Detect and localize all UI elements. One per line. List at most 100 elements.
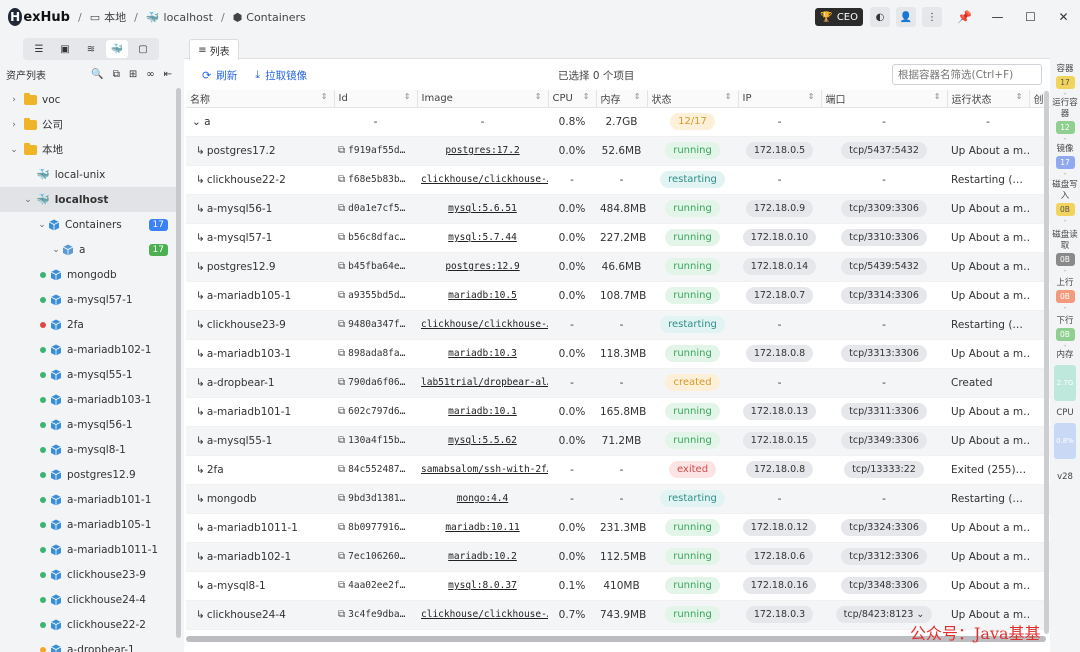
image-link[interactable]: mariadb:10.5: [448, 290, 517, 301]
copy-icon[interactable]: ⧉: [338, 174, 345, 185]
more-menu-button[interactable]: ⋮: [922, 7, 942, 27]
table-row[interactable]: ↳ mongodb ⧉ 9bd3d1381… mongo:4.4- - restarting…: [186, 484, 1050, 514]
tree-item[interactable]: ⌄ 本地: [0, 137, 178, 162]
copy-icon[interactable]: ⧉: [338, 435, 345, 446]
search-icon[interactable]: 🔍: [91, 69, 103, 80]
tree-item[interactable]: a-dropbear-1: [0, 637, 178, 652]
sidebar-scrollbar[interactable]: [176, 88, 181, 638]
copy-icon[interactable]: ⧉: [113, 69, 120, 80]
copy-icon[interactable]: ⧉: [338, 580, 345, 591]
image-link[interactable]: samabsalom/ssh-with-2f…: [421, 464, 548, 475]
user-menu-button[interactable]: 🏆 CEO: [815, 8, 863, 26]
copy-icon[interactable]: ⧉: [338, 551, 345, 562]
sort-icon[interactable]: ⇕: [725, 92, 732, 101]
remote-desktop-button[interactable]: ▢: [132, 40, 154, 58]
minimize-button[interactable]: —: [981, 0, 1014, 34]
image-link[interactable]: mysql:5.6.51: [448, 203, 517, 214]
column-header[interactable]: 端口 ⇕: [821, 90, 948, 108]
table-vertical-scrollbar[interactable]: [1044, 91, 1049, 634]
breadcrumb-item-containers[interactable]: ⬢ Containers: [233, 11, 306, 24]
tree-item[interactable]: postgres12.9: [0, 462, 178, 487]
tree-item[interactable]: a-mysql56-1: [0, 412, 178, 437]
column-header[interactable]: Image ⇕: [417, 90, 549, 108]
table-row[interactable]: ↳ a-mariadb103-1 ⧉ 898ada8fa… mariadb:10.3 0.…: [186, 339, 1050, 369]
sort-icon[interactable]: ⇕: [404, 92, 411, 101]
column-header[interactable]: 运行状态 ⇕: [947, 90, 1030, 108]
chevron-right-icon[interactable]: ›: [8, 120, 20, 130]
tree-item[interactable]: ⌄ Containers 17: [0, 212, 178, 237]
tree-item[interactable]: clickhouse23-9: [0, 562, 178, 587]
sort-icon[interactable]: ⇕: [583, 92, 590, 101]
image-link[interactable]: mongo:4.4: [457, 493, 508, 504]
sort-icon[interactable]: ⇕: [808, 92, 815, 101]
tree-item[interactable]: › voc: [0, 87, 178, 112]
chevron-down-icon[interactable]: ⌄: [913, 609, 924, 620]
image-link[interactable]: clickhouse/clickhouse-…: [421, 174, 548, 185]
sort-icon[interactable]: ⇕: [934, 92, 941, 101]
image-link[interactable]: clickhouse/clickhouse-…: [421, 609, 548, 620]
column-header[interactable]: CPU ⇕: [548, 90, 597, 108]
sort-icon[interactable]: ⇕: [535, 92, 542, 101]
breadcrumb-item-local[interactable]: ▭ 本地: [90, 9, 126, 25]
sort-icon[interactable]: ⇕: [634, 92, 641, 101]
tab-list[interactable]: ≡ 列表: [189, 39, 239, 60]
refresh-button[interactable]: ⟳ 刷新: [202, 68, 237, 83]
theme-toggle-button[interactable]: ◐: [870, 7, 890, 27]
sort-icon[interactable]: ⇕: [321, 92, 328, 101]
copy-icon[interactable]: ⧉: [338, 203, 345, 214]
chevron-down-icon[interactable]: ⌄: [22, 195, 34, 205]
table-row[interactable]: ↳ a-mysql56-1 ⧉ d0a1e7cf5… mysql:5.6.51 0.0% 4…: [186, 194, 1050, 224]
column-header[interactable]: IP ⇕: [738, 90, 822, 108]
column-header[interactable]: Id ⇕: [334, 90, 418, 108]
table-row[interactable]: ↳ clickhouse23-9 ⧉ 9480a347f… clickhouse/cli…: [186, 310, 1050, 340]
tree-item[interactable]: a-mariadb1011-1: [0, 537, 178, 562]
chevron-down-icon[interactable]: ⌄: [8, 145, 20, 155]
container-filter-input[interactable]: [892, 64, 1042, 85]
group-row[interactable]: ⌄ a - -0.8% 2.7GB 12/17- - -: [186, 107, 1050, 137]
image-link[interactable]: mysql:5.7.44: [448, 232, 517, 243]
chevron-right-icon[interactable]: ›: [8, 95, 20, 105]
chevron-down-icon[interactable]: ⌄: [192, 116, 204, 128]
table-row[interactable]: ↳ a-mysql57-1 ⧉ b56c8dfac… mysql:5.7.44 0.0% 2…: [186, 223, 1050, 253]
add-folder-icon[interactable]: ⊞: [129, 69, 137, 80]
tree-item[interactable]: 2fa: [0, 312, 178, 337]
copy-icon[interactable]: ⧉: [338, 493, 345, 504]
tree-item[interactable]: a-mysql8-1: [0, 437, 178, 462]
image-link[interactable]: mariadb:10.1: [448, 406, 517, 417]
table-row[interactable]: ↳ clickhouse22-2 ⧉ f68e5b83b… clickhouse/cli…: [186, 165, 1050, 195]
tree-item[interactable]: a-mariadb101-1: [0, 487, 178, 512]
table-row[interactable]: ↳ a-mysql55-1 ⧉ 130a4f15b… mysql:5.5.62 0.0% 7…: [186, 426, 1050, 456]
column-header[interactable]: 状态 ⇕: [647, 90, 739, 108]
tree-item[interactable]: a-mariadb103-1: [0, 387, 178, 412]
tree-item[interactable]: a-mysql55-1: [0, 362, 178, 387]
image-link[interactable]: mariadb:10.2: [448, 551, 517, 562]
column-header[interactable]: 内存 ⇕: [596, 90, 648, 108]
tree-item[interactable]: 🐳 local-unix: [0, 162, 178, 187]
copy-icon[interactable]: ⧉: [338, 290, 345, 301]
tree-item[interactable]: mongodb: [0, 262, 178, 287]
pull-image-button[interactable]: ⤓ 拉取镜像: [255, 68, 307, 83]
copy-icon[interactable]: ⧉: [338, 609, 345, 620]
table-row[interactable]: ↳ a-mariadb101-1 ⧉ 602c797d6… mariadb:10.1 0.…: [186, 397, 1050, 427]
image-link[interactable]: postgres:17.2: [445, 145, 519, 156]
tree-item[interactable]: ⌄ a 17: [0, 237, 178, 262]
image-link[interactable]: mysql:8.0.37: [448, 580, 517, 591]
tree-item[interactable]: clickhouse24-4: [0, 587, 178, 612]
account-button[interactable]: 👤: [896, 7, 916, 27]
table-row[interactable]: ↳ a-mysql8-1 ⧉ 4aa02ee2f… mysql:8.0.37 0.1% 41…: [186, 571, 1050, 601]
copy-icon[interactable]: ⧉: [338, 406, 345, 417]
copy-icon[interactable]: ⧉: [338, 348, 345, 359]
table-row[interactable]: ↳ a-dropbear-1 ⧉ 790da6f06… lab51trial/dropb…: [186, 368, 1050, 398]
copy-icon[interactable]: ⧉: [338, 232, 345, 243]
close-button[interactable]: ✕: [1047, 0, 1080, 34]
chevron-down-icon[interactable]: ⌄: [36, 220, 48, 230]
image-link[interactable]: mariadb:10.11: [445, 522, 519, 533]
tree-item[interactable]: ⌄ 🐳 localhost: [0, 187, 178, 212]
table-row[interactable]: ↳ postgres17.2 ⧉ f919af55d… postgres:17.2 0.0…: [186, 136, 1050, 166]
table-row[interactable]: ↳ a-mariadb105-1 ⧉ a9355bd5d… mariadb:10.5 0.…: [186, 281, 1050, 311]
copy-icon[interactable]: ⧉: [338, 377, 345, 388]
collapse-icon[interactable]: ⇤: [164, 69, 172, 80]
copy-icon[interactable]: ⧉: [338, 145, 345, 156]
tree-item[interactable]: a-mysql57-1: [0, 287, 178, 312]
docker-button[interactable]: 🐳: [106, 40, 128, 58]
